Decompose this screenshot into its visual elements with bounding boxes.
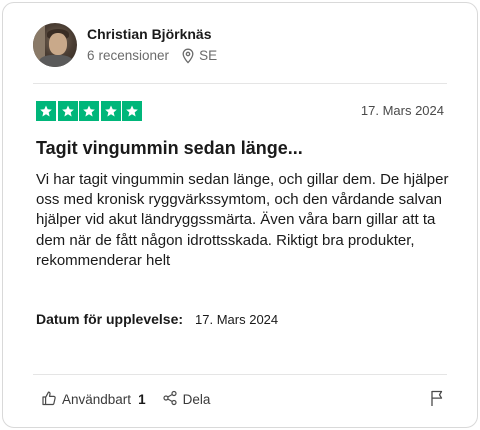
- reviewer-country: SE: [199, 48, 218, 63]
- flag-icon: [429, 390, 445, 411]
- review-actions: Användbart 1 Dela: [41, 390, 210, 409]
- review-card: Christian Björknäs 6 recensioner SE 17. …: [2, 2, 478, 428]
- useful-button[interactable]: Användbart 1: [41, 390, 146, 409]
- share-icon: [162, 390, 183, 409]
- share-label: Dela: [182, 392, 211, 407]
- report-button[interactable]: [429, 389, 445, 412]
- review-count: 6 recensioner: [87, 47, 169, 65]
- review-title[interactable]: Tagit vingummin sedan länge...: [36, 138, 303, 159]
- location-pin-icon: [181, 48, 195, 64]
- divider: [33, 374, 447, 375]
- divider: [33, 83, 447, 84]
- experience-date-row: Datum för upplevelse: 17. Mars 2024: [36, 311, 278, 327]
- review-date: 17. Mars 2024: [360, 103, 444, 118]
- review-count-number: 6: [87, 48, 95, 63]
- useful-label: Användbart: [62, 392, 132, 407]
- star-rating: [36, 101, 144, 121]
- experience-date-value: 17. Mars 2024: [195, 312, 279, 327]
- share-button[interactable]: Dela: [162, 390, 211, 409]
- thumbs-up-icon: [41, 390, 62, 409]
- star-icon: [36, 101, 56, 121]
- useful-count: 1: [138, 392, 146, 407]
- star-icon: [79, 101, 99, 121]
- reviewer-meta: 6 recensioner SE: [87, 47, 217, 65]
- avatar[interactable]: [33, 23, 77, 67]
- star-icon: [122, 101, 142, 121]
- star-icon: [57, 101, 78, 121]
- reviewer-header: Christian Björknäs 6 recensioner SE: [33, 23, 217, 67]
- experience-date-label: Datum för upplevelse:: [36, 311, 184, 327]
- review-count-label: recensioner: [98, 48, 170, 63]
- reviewer-info: Christian Björknäs 6 recensioner SE: [87, 25, 217, 65]
- review-body: Vi har tagit vingummin sedan länge, och …: [36, 171, 449, 269]
- star-icon: [100, 101, 121, 121]
- reviewer-name[interactable]: Christian Björknäs: [87, 25, 217, 43]
